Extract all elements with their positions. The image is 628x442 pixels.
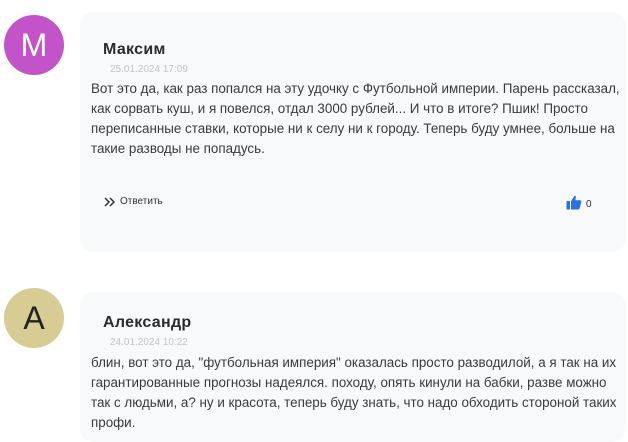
comment-text: блин, вот это да, "футбольная империя" о… (91, 355, 617, 430)
reply-button[interactable]: Ответить (104, 196, 163, 207)
avatar: M (4, 15, 64, 75)
comment-author: Александр (103, 314, 192, 331)
comment-author: Максим (103, 41, 166, 58)
double-chevron-right-icon (104, 196, 116, 207)
avatar: A (4, 288, 64, 348)
comment-date: 25.01.2024 17:09 (110, 64, 188, 75)
like-button[interactable]: 0 (566, 195, 592, 213)
like-count: 0 (586, 198, 592, 210)
comment-text: Вот это да, как раз попался на эту удочк… (91, 81, 620, 156)
reply-label: Ответить (120, 196, 163, 207)
thumbs-up-icon (566, 195, 582, 213)
comment-date: 24.01.2024 10:22 (110, 337, 188, 348)
